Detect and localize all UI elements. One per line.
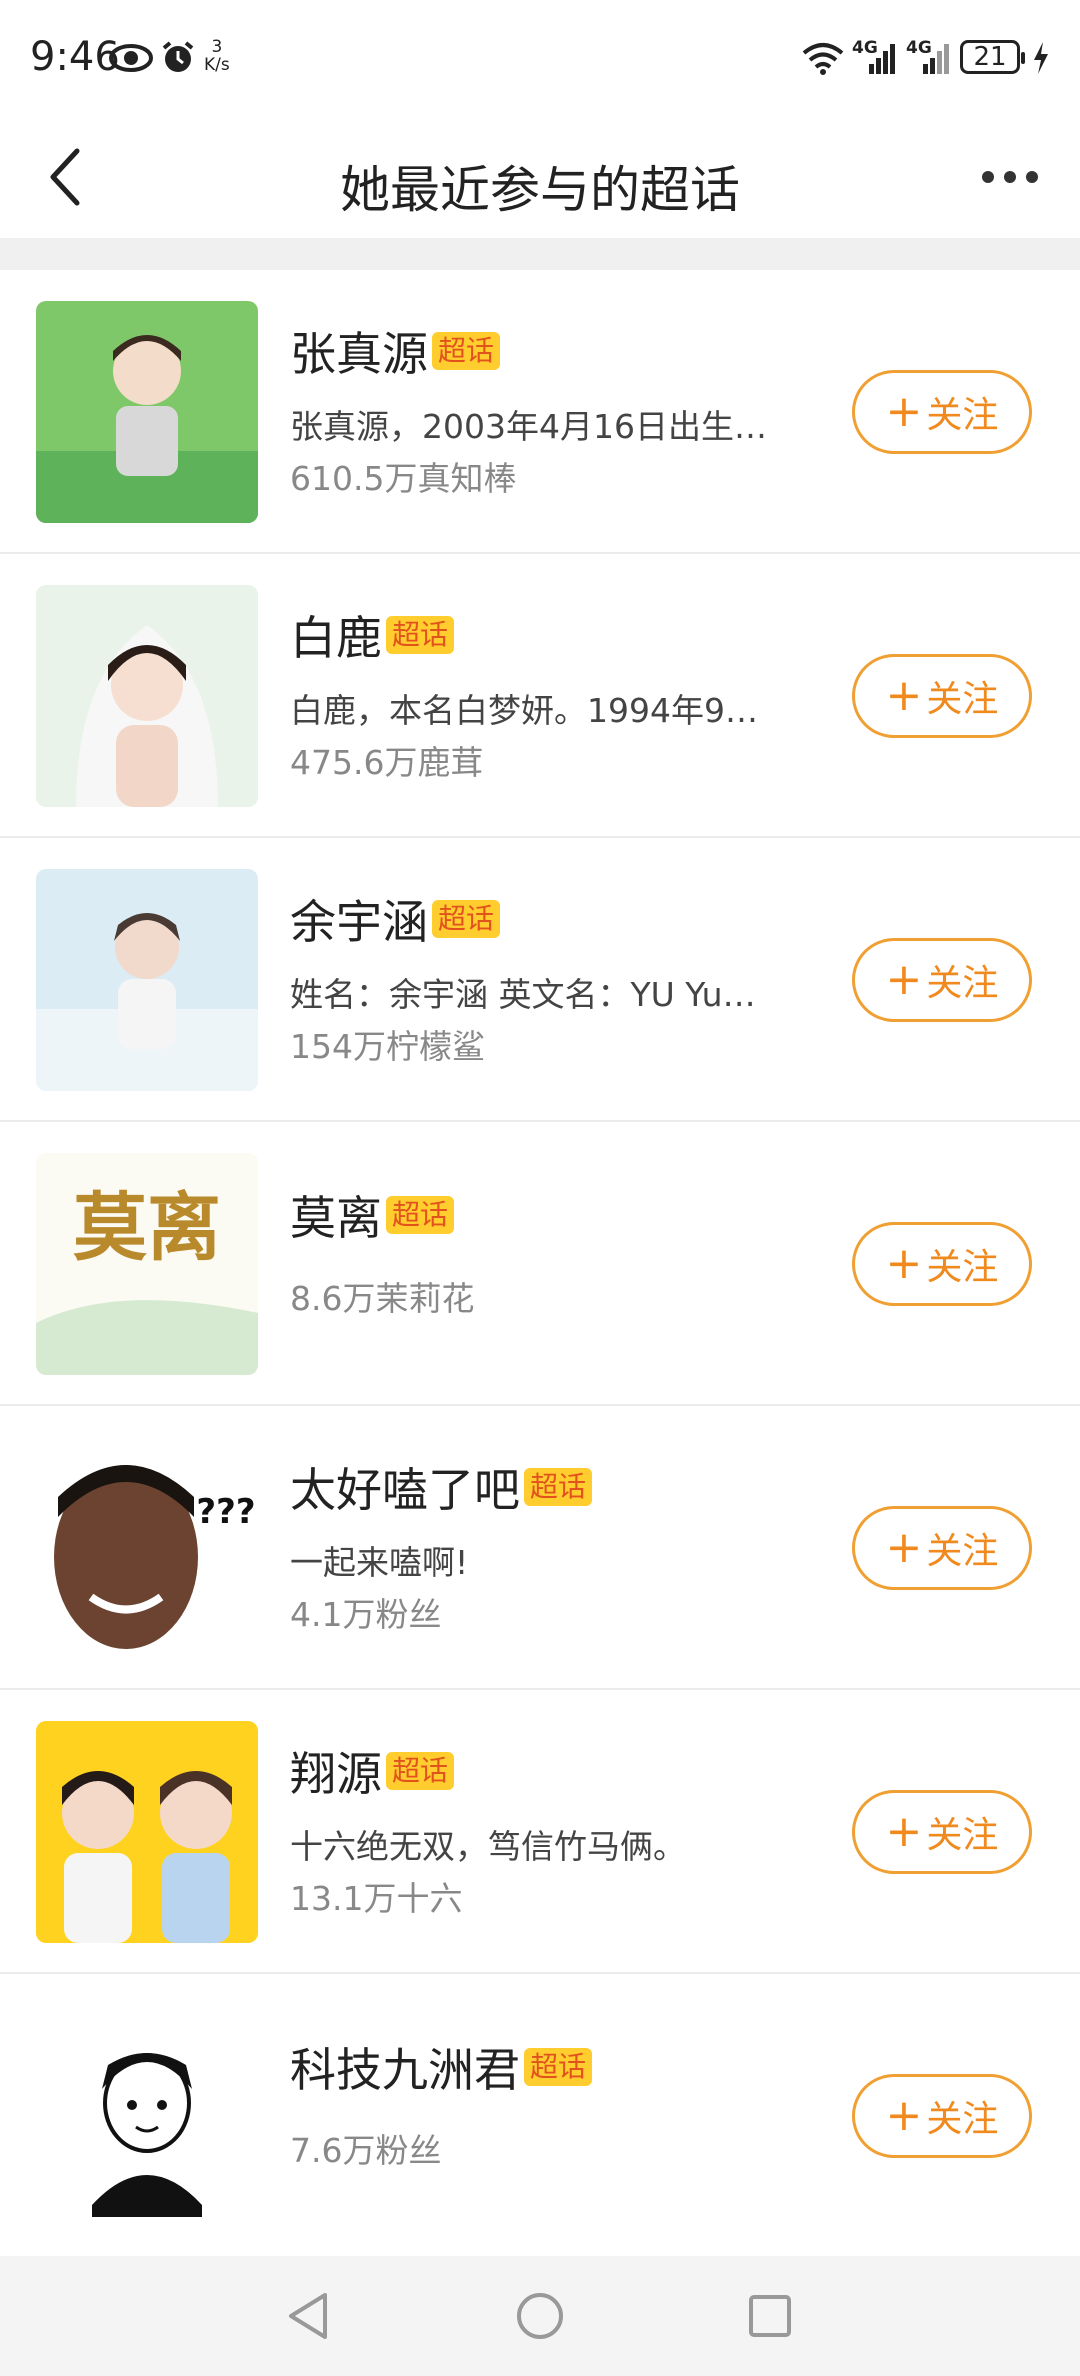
header: 她最近参与的超话 (0, 120, 1080, 238)
topic-name-row: 太好嗑了吧 超话 (290, 1454, 593, 1520)
follow-button[interactable]: + 关注 (852, 1790, 1032, 1874)
net-speed-unit: K/s (204, 55, 230, 75)
topic-description: 一起来嗑啊! (290, 1543, 469, 1582)
follow-button[interactable]: + 关注 (852, 1506, 1032, 1590)
topic-thumbnail[interactable] (36, 1721, 258, 1943)
topic-fans: 13.1万十六 (290, 1879, 463, 1918)
topic-description: 张真源，2003年4月16日出生… (290, 407, 767, 446)
battery-indicator: 21 (960, 40, 1025, 74)
supertopic-badge: 超话 (524, 1468, 593, 1506)
signal-icon-2 (922, 38, 952, 78)
wifi-icon (800, 38, 846, 78)
follow-label: 关注 (926, 1247, 999, 1288)
supertopic-badge: 超话 (432, 332, 501, 370)
topic-thumbnail[interactable] (36, 585, 258, 807)
topic-name: 余宇涵 (290, 895, 428, 949)
nav-recent-button[interactable] (740, 2286, 800, 2346)
topic-name: 莫离 (290, 1191, 382, 1245)
square-recent-icon (749, 2295, 791, 2337)
topic-description: 十六绝无双，笃信竹马俩。 (290, 1827, 686, 1866)
plus-icon: + (885, 1806, 923, 1857)
topic-fans: 154万柠檬鲨 (290, 1027, 485, 1066)
follow-button[interactable]: + 关注 (852, 2074, 1032, 2158)
more-dot-icon (982, 171, 994, 183)
topic-name-row: 科技九洲君 超话 (290, 2034, 593, 2100)
supertopic-badge: 超话 (386, 616, 455, 654)
eye-icon (106, 38, 156, 78)
list-item[interactable]: 余宇涵 超话 姓名：余宇涵 英文名：YU Yu… 154万柠檬鲨 + 关注 (0, 838, 1080, 1122)
list-item[interactable]: 莫离 莫离 超话 8.6万茉莉花 + 关注 (0, 1122, 1080, 1406)
nav-home-button[interactable] (510, 2286, 570, 2346)
follow-label: 关注 (926, 395, 999, 436)
alarm-icon (158, 38, 198, 78)
plus-icon: + (885, 386, 923, 437)
topic-name: 太好嗑了吧 (290, 1463, 520, 1517)
supertopic-badge: 超话 (524, 2048, 593, 2086)
supertopic-badge: 超话 (386, 1196, 455, 1234)
topic-name-row: 张真源 超话 (290, 318, 501, 384)
topic-thumbnail[interactable]: 莫离 (36, 1153, 258, 1375)
follow-button[interactable]: + 关注 (852, 370, 1032, 454)
follow-label: 关注 (926, 963, 999, 1004)
net-speed: 3 K/s (204, 38, 230, 74)
charging-icon (1030, 38, 1052, 78)
follow-label: 关注 (926, 1531, 999, 1572)
follow-label: 关注 (926, 1815, 999, 1856)
section-divider (0, 238, 1080, 270)
topic-thumbnail[interactable]: ??? (36, 1437, 258, 1659)
net-speed-value: 3 (211, 37, 223, 57)
list-item[interactable]: 科技九洲君 超话 7.6万粉丝 + 关注 (0, 1974, 1080, 2258)
topic-name-row: 翔源 超话 (290, 1738, 455, 1804)
plus-icon: + (885, 670, 923, 721)
list-item[interactable]: 张真源 超话 张真源，2003年4月16日出生… 610.5万真知棒 + 关注 (0, 270, 1080, 554)
supertopic-badge: 超话 (386, 1752, 455, 1790)
page-title: 她最近参与的超话 (340, 161, 740, 219)
triangle-back-icon (289, 2293, 327, 2339)
topic-name: 翔源 (290, 1747, 382, 1801)
status-bar: 9:46 3 K/s 4G 4G 21 (0, 0, 1080, 120)
topic-thumbnail[interactable] (36, 2005, 258, 2227)
plus-icon: + (885, 1238, 923, 1289)
topic-name-row: 余宇涵 超话 (290, 886, 501, 952)
plus-icon: + (885, 1522, 923, 1573)
more-dot-icon (1026, 171, 1038, 183)
topic-list: 张真源 超话 张真源，2003年4月16日出生… 610.5万真知棒 + 关注 … (0, 270, 1080, 2258)
topic-fans: 8.6万茉莉花 (290, 1279, 475, 1318)
nav-back-button[interactable] (278, 2286, 338, 2346)
circle-home-icon (517, 2293, 563, 2339)
topic-name-row: 莫离 超话 (290, 1182, 455, 1248)
topic-name: 白鹿 (290, 611, 382, 665)
topic-fans: 7.6万粉丝 (290, 2131, 442, 2170)
topic-thumbnail[interactable] (36, 869, 258, 1091)
topic-description: 白鹿，本名白梦妍。1994年9… (290, 691, 758, 730)
topic-thumbnail[interactable] (36, 301, 258, 523)
follow-button[interactable]: + 关注 (852, 938, 1032, 1022)
signal-icon-1 (868, 38, 898, 78)
topic-name: 科技九洲君 (290, 2043, 520, 2097)
follow-button[interactable]: + 关注 (852, 654, 1032, 738)
follow-label: 关注 (926, 2099, 999, 2140)
topic-name: 张真源 (290, 327, 428, 381)
more-options-button[interactable] (970, 142, 1050, 212)
plus-icon: + (885, 954, 923, 1005)
topic-name-row: 白鹿 超话 (290, 602, 455, 668)
topic-fans: 475.6万鹿茸 (290, 743, 484, 782)
topic-fans: 610.5万真知棒 (290, 459, 517, 498)
topic-fans: 4.1万粉丝 (290, 1595, 442, 1634)
meme-question-marks: ??? (196, 1492, 255, 1532)
list-item[interactable]: 翔源 超话 十六绝无双，笃信竹马俩。 13.1万十六 + 关注 (0, 1690, 1080, 1974)
topic-description: 姓名：余宇涵 英文名：YU Yu… (290, 975, 756, 1014)
follow-label: 关注 (926, 679, 999, 720)
calligraphy-text: 莫离 (73, 1185, 221, 1271)
plus-icon: + (885, 2090, 923, 2141)
follow-button[interactable]: + 关注 (852, 1222, 1032, 1306)
list-item[interactable]: 白鹿 超话 白鹿，本名白梦妍。1994年9… 475.6万鹿茸 + 关注 (0, 554, 1080, 838)
system-nav-bar (0, 2256, 1080, 2376)
list-item[interactable]: ??? 太好嗑了吧 超话 一起来嗑啊! 4.1万粉丝 + 关注 (0, 1406, 1080, 1690)
more-dot-icon (1004, 171, 1016, 183)
supertopic-badge: 超话 (432, 900, 501, 938)
